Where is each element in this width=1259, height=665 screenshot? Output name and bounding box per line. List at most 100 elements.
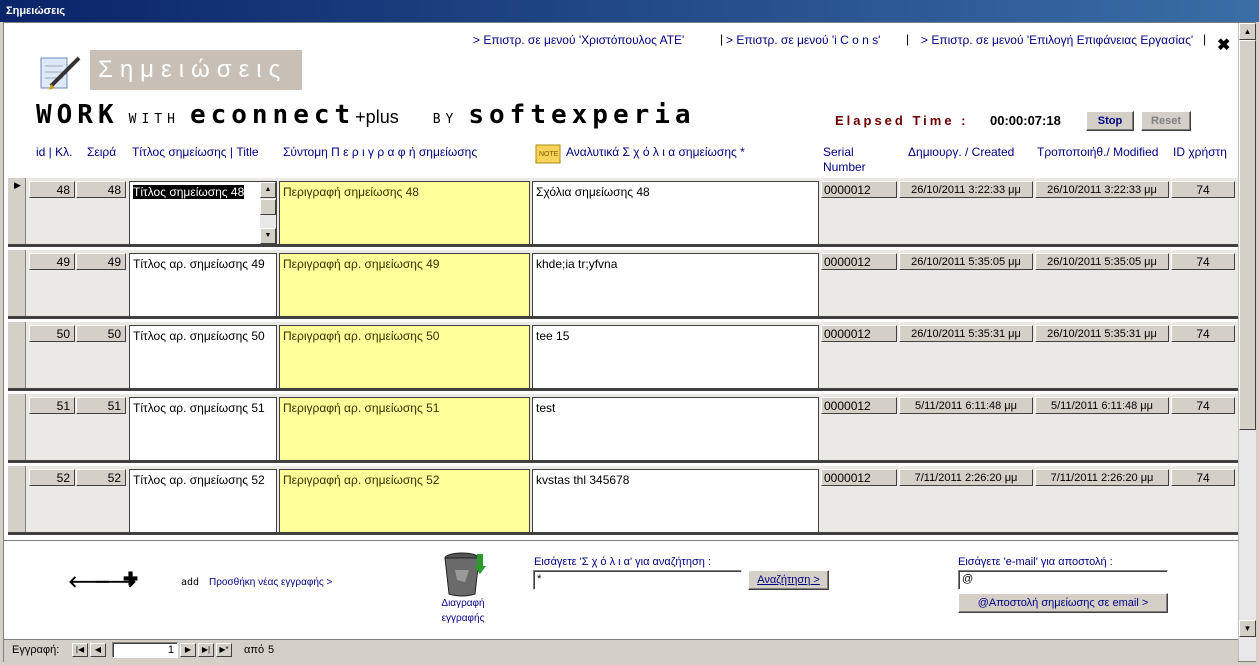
email-label: Εισάγετε 'e-mail' για αποστολή : bbox=[958, 556, 1113, 568]
created-field[interactable]: 26/10/2011 5:35:05 μμ bbox=[899, 253, 1033, 270]
scroll-up-icon[interactable]: ▲ bbox=[1239, 23, 1256, 40]
col-header-description: Σύντομη Π ε ρ ι γ ρ α φ ή σημείωσης bbox=[283, 145, 478, 159]
brand-banner: WORK WITH econnect+plus BY softexperia bbox=[36, 100, 696, 130]
order-field[interactable]: 52 bbox=[76, 469, 126, 486]
title-field[interactable]: Τίτλος σημείωσης 48 ▲ ▼ bbox=[129, 181, 277, 245]
record-selector[interactable]: ▶ bbox=[8, 178, 26, 244]
description-field[interactable]: Περιγραφή αρ. σημείωσης 51 bbox=[279, 397, 530, 461]
col-header-created: Δημιουργ. / Created bbox=[908, 145, 1015, 159]
record-selector[interactable] bbox=[8, 394, 26, 460]
comments-field[interactable]: khde;ia tr;yfvna bbox=[532, 253, 819, 317]
link-back-desktop[interactable]: > Επιστρ. σε μενού 'Επιλογή Επιφάνειας Ε… bbox=[921, 33, 1193, 47]
id-field[interactable]: 51 bbox=[29, 397, 75, 414]
record-selector[interactable] bbox=[8, 322, 26, 388]
description-field[interactable]: Περιγραφή αρ. σημείωσης 50 bbox=[279, 325, 530, 389]
comments-field[interactable]: Σχόλια σημείωσης 48 bbox=[532, 181, 819, 245]
table-row: 52 52 Τίτλος αρ. σημείωσης 52 Περιγραφή … bbox=[8, 466, 1238, 535]
brand-with: WITH bbox=[128, 112, 180, 127]
order-field[interactable]: 49 bbox=[76, 253, 126, 270]
scroll-thumb[interactable] bbox=[1239, 40, 1256, 430]
serial-field[interactable]: 0000012 bbox=[821, 253, 897, 270]
add-record-link[interactable]: Προσθήκη νέας εγγραφής > bbox=[209, 577, 332, 588]
table-row: 51 51 Τίτλος αρ. σημείωσης 51 Περιγραφή … bbox=[8, 394, 1238, 463]
brand-econnect: econnect bbox=[189, 100, 356, 130]
record-selector[interactable] bbox=[8, 466, 26, 532]
modified-field[interactable]: 7/11/2011 2:26:20 μμ bbox=[1035, 469, 1169, 486]
modified-field[interactable]: 26/10/2011 3:22:33 μμ bbox=[1035, 181, 1169, 198]
user-id-field[interactable]: 74 bbox=[1171, 181, 1235, 198]
search-input[interactable]: * bbox=[533, 570, 742, 590]
order-field[interactable]: 51 bbox=[76, 397, 126, 414]
record-selector[interactable] bbox=[8, 250, 26, 316]
id-field[interactable]: 52 bbox=[29, 469, 75, 486]
window-title: Σημειώσεις bbox=[0, 0, 1259, 22]
comments-field[interactable]: tee 15 bbox=[532, 325, 819, 389]
search-button[interactable]: Αναζήτηση > bbox=[748, 570, 829, 590]
elapsed-time-value: 00:00:07:18 bbox=[990, 113, 1061, 128]
svg-text:NOTE: NOTE bbox=[539, 151, 559, 158]
id-field[interactable]: 48 bbox=[29, 181, 75, 198]
last-record-icon[interactable]: ▶| bbox=[198, 643, 214, 657]
created-field[interactable]: 5/11/2011 6:11:48 μμ bbox=[899, 397, 1033, 414]
description-field[interactable]: Περιγραφή σημείωσης 48 bbox=[279, 181, 530, 245]
serial-field[interactable]: 0000012 bbox=[821, 325, 897, 342]
recycle-bin-icon[interactable] bbox=[441, 550, 487, 598]
record-number-input[interactable]: 1 bbox=[112, 642, 178, 658]
created-field[interactable]: 26/10/2011 5:35:31 μμ bbox=[899, 325, 1033, 342]
scroll-down-icon[interactable]: ▼ bbox=[1239, 620, 1256, 637]
link-back-icons[interactable]: > Επιστρ. σε μενού 'i C o n s' bbox=[726, 33, 880, 47]
description-field[interactable]: Περιγραφή αρ. σημείωσης 49 bbox=[279, 253, 530, 317]
next-record-nav-icon[interactable]: ▶ bbox=[180, 643, 196, 657]
new-record-icon[interactable]: ✚ bbox=[123, 569, 138, 590]
title-scrollbar[interactable]: ▲ ▼ bbox=[260, 182, 276, 244]
record-total: 5 bbox=[268, 644, 275, 656]
brand-plus: +plus bbox=[355, 107, 399, 127]
record-of-label: από bbox=[244, 644, 265, 656]
scroll-down-icon[interactable]: ▼ bbox=[260, 228, 276, 244]
send-email-button[interactable]: @Αποστολή σημείωσης σε email > bbox=[958, 593, 1168, 613]
stop-button[interactable]: Stop bbox=[1086, 111, 1134, 131]
created-field[interactable]: 26/10/2011 3:22:33 μμ bbox=[899, 181, 1033, 198]
serial-field[interactable]: 0000012 bbox=[821, 469, 897, 486]
note-icon: NOTE bbox=[535, 144, 561, 164]
id-field[interactable]: 49 bbox=[29, 253, 75, 270]
link-separator: | bbox=[720, 32, 724, 46]
new-record-nav-icon[interactable]: ▶* bbox=[216, 643, 232, 657]
created-field[interactable]: 7/11/2011 2:26:20 μμ bbox=[899, 469, 1033, 486]
form-scrollbar[interactable]: ▲ ▼ bbox=[1238, 23, 1256, 661]
scroll-thumb[interactable] bbox=[260, 199, 276, 215]
title-field[interactable]: Τίτλος αρ. σημείωσης 51 bbox=[129, 397, 277, 461]
order-field[interactable]: 50 bbox=[76, 325, 126, 342]
col-header-order: Σειρά bbox=[87, 145, 117, 159]
serial-field[interactable]: 0000012 bbox=[821, 181, 897, 198]
comments-field[interactable]: kvstas thl 345678 bbox=[532, 469, 819, 533]
modified-field[interactable]: 26/10/2011 5:35:31 μμ bbox=[1035, 325, 1169, 342]
prev-record-nav-icon[interactable]: ◀ bbox=[90, 643, 106, 657]
title-field[interactable]: Τίτλος αρ. σημείωσης 52 bbox=[129, 469, 277, 533]
form-body: > Επιστρ. σε μενού 'Χριστόπουλος ΑΤΕ' | … bbox=[3, 22, 1256, 662]
description-field[interactable]: Περιγραφή αρ. σημείωσης 52 bbox=[279, 469, 530, 533]
order-field[interactable]: 48 bbox=[76, 181, 126, 198]
comments-field[interactable]: test bbox=[532, 397, 819, 461]
close-icon[interactable]: ✖ bbox=[1217, 35, 1230, 55]
link-back-christopoulos[interactable]: > Επιστρ. σε μενού 'Χριστόπουλος ΑΤΕ' bbox=[473, 33, 684, 47]
email-input[interactable]: @ bbox=[958, 570, 1168, 590]
title-field[interactable]: Τίτλος αρ. σημείωσης 50 bbox=[129, 325, 277, 389]
modified-field[interactable]: 26/10/2011 5:35:05 μμ bbox=[1035, 253, 1169, 270]
serial-field[interactable]: 0000012 bbox=[821, 397, 897, 414]
link-separator: | bbox=[1203, 32, 1207, 46]
delete-record-label-2[interactable]: εγγραφής bbox=[435, 613, 491, 624]
first-record-icon[interactable]: |◀ bbox=[72, 643, 88, 657]
reset-button[interactable]: Reset bbox=[1141, 111, 1191, 131]
user-id-field[interactable]: 74 bbox=[1171, 325, 1235, 342]
user-id-field[interactable]: 74 bbox=[1171, 253, 1235, 270]
record-navigator: Εγγραφή: |◀ ◀ 1 ▶ ▶| ▶* από 5 bbox=[4, 639, 1238, 662]
delete-record-label-1[interactable]: Διαγραφή bbox=[435, 598, 491, 609]
modified-field[interactable]: 5/11/2011 6:11:48 μμ bbox=[1035, 397, 1169, 414]
table-row: 50 50 Τίτλος αρ. σημείωσης 50 Περιγραφή … bbox=[8, 322, 1238, 391]
user-id-field[interactable]: 74 bbox=[1171, 397, 1235, 414]
scroll-up-icon[interactable]: ▲ bbox=[260, 182, 276, 198]
user-id-field[interactable]: 74 bbox=[1171, 469, 1235, 486]
title-field[interactable]: Τίτλος αρ. σημείωσης 49 bbox=[129, 253, 277, 317]
id-field[interactable]: 50 bbox=[29, 325, 75, 342]
